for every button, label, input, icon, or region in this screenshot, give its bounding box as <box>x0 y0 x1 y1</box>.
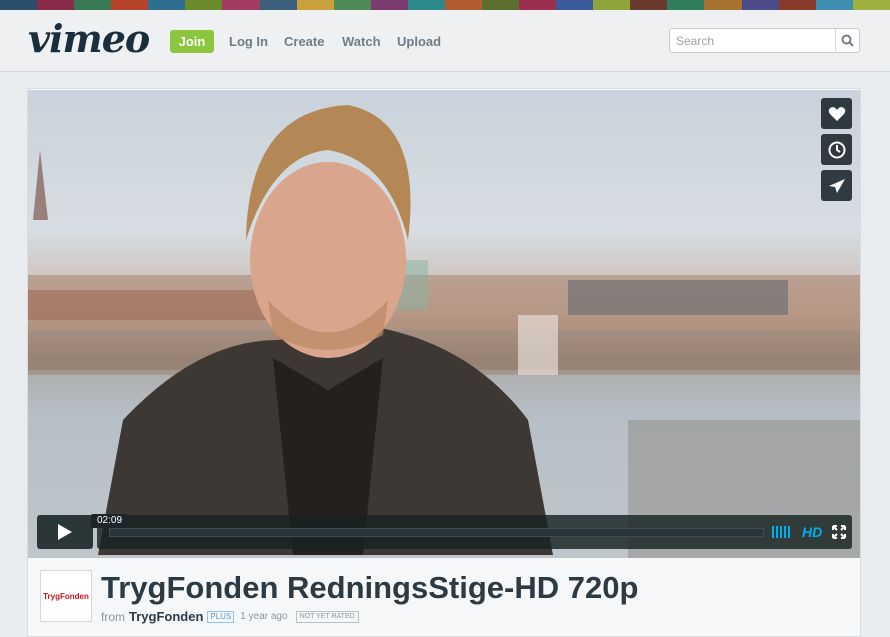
stripe-segment <box>74 0 112 10</box>
stripe-segment <box>852 0 890 10</box>
video-title: TrygFonden RedningsStige-HD 720p <box>101 570 639 605</box>
control-bar: HD <box>97 515 852 549</box>
stripe-segment <box>482 0 520 10</box>
nav-upload[interactable]: Upload <box>397 34 441 49</box>
heart-icon <box>828 106 845 121</box>
search-input[interactable] <box>670 29 836 52</box>
clock-icon <box>828 141 845 158</box>
stripe-segment <box>111 0 149 10</box>
stripe-segment <box>778 0 816 10</box>
play-icon <box>58 524 72 540</box>
search-box <box>669 28 860 53</box>
brand-stripe <box>0 0 890 10</box>
stripe-segment <box>185 0 223 10</box>
progress-bar[interactable] <box>109 528 764 537</box>
nav-create[interactable]: Create <box>284 34 324 49</box>
stripe-segment <box>519 0 557 10</box>
video-frame <box>28 105 860 558</box>
video-player[interactable] <box>28 90 860 558</box>
stripe-segment <box>148 0 186 10</box>
from-label: from <box>101 609 125 624</box>
plus-badge[interactable]: PLUS <box>207 610 235 623</box>
search-icon <box>841 34 854 47</box>
stripe-segment <box>741 0 779 10</box>
upload-age: 1 year ago <box>240 611 288 622</box>
stripe-segment <box>704 0 742 10</box>
join-button[interactable]: Join <box>170 30 214 53</box>
nav-login[interactable]: Log In <box>229 34 268 49</box>
search-button[interactable] <box>835 29 859 52</box>
site-header: vimeo Join Log In Create Watch Upload <box>0 10 890 72</box>
stripe-segment <box>259 0 297 10</box>
player-controls: HD <box>37 515 852 549</box>
stripe-segment <box>296 0 334 10</box>
nav-watch[interactable]: Watch <box>342 34 381 49</box>
fullscreen-icon[interactable] <box>832 525 846 539</box>
owner-logo-text: TrygFonden <box>43 591 89 601</box>
stripe-segment <box>556 0 594 10</box>
stripe-segment <box>593 0 631 10</box>
owner-link[interactable]: TrygFonden <box>129 609 203 624</box>
watch-later-button[interactable] <box>821 134 852 165</box>
volume-control[interactable] <box>772 526 790 538</box>
time-tooltip: 02:09 <box>91 514 128 528</box>
stripe-segment <box>444 0 483 10</box>
stripe-segment <box>370 0 408 10</box>
stripe-segment <box>0 0 38 10</box>
byline: from TrygFonden PLUS 1 year ago NOT YET … <box>101 609 359 624</box>
hd-toggle[interactable]: HD <box>802 524 822 540</box>
stripe-segment <box>407 0 445 10</box>
vimeo-logo[interactable]: vimeo <box>28 16 150 61</box>
owner-avatar[interactable]: TrygFonden <box>40 570 92 622</box>
stripe-segment <box>815 0 853 10</box>
stripe-segment <box>667 0 705 10</box>
stripe-segment <box>630 0 668 10</box>
stripe-segment <box>37 0 75 10</box>
play-button[interactable] <box>37 515 93 549</box>
like-button[interactable] <box>821 98 852 129</box>
stripe-segment <box>222 0 260 10</box>
send-icon <box>828 178 845 193</box>
rating-badge: NOT YET RATED <box>295 610 359 623</box>
share-button[interactable] <box>821 170 852 201</box>
stripe-segment <box>333 0 371 10</box>
